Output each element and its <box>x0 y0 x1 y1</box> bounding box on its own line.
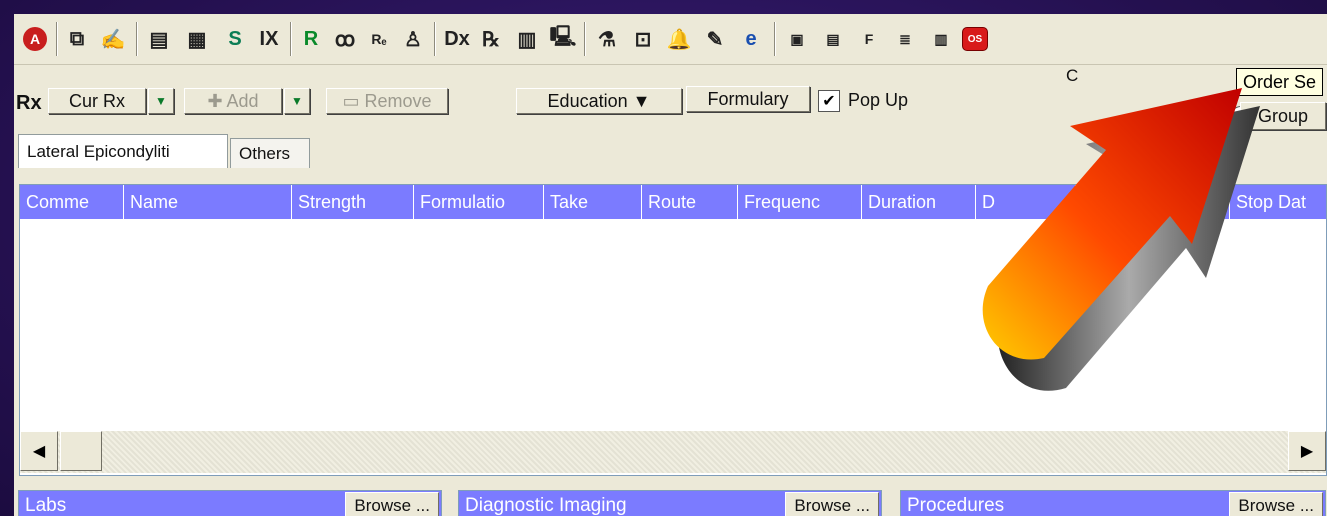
form-icon[interactable]: ▣ <box>782 24 812 54</box>
grid-header: Comme Name Strength Formulatio Take Rout… <box>20 185 1326 219</box>
stop-icon[interactable]: A <box>20 24 50 54</box>
col-stop-date[interactable]: Stop Dat <box>1230 185 1326 219</box>
col-formulation[interactable]: Formulatio <box>414 185 544 219</box>
chevron-right-icon: ▶ <box>1300 443 1314 460</box>
medication-grid: Comme Name Strength Formulatio Take Rout… <box>19 184 1327 476</box>
col-route[interactable]: Route <box>642 185 738 219</box>
s-icon[interactable]: S <box>220 24 250 54</box>
book-icon[interactable]: ▥ <box>926 24 956 54</box>
horizontal-scrollbar[interactable]: ◀ ▶ <box>20 431 1326 473</box>
col-hidden[interactable] <box>1076 185 1230 219</box>
glasses-icon[interactable]: ꝏ <box>330 24 360 54</box>
col-strength[interactable]: Strength <box>292 185 414 219</box>
calendar-icon[interactable]: ▥ <box>512 24 542 54</box>
order-sets-tooltip: Order Se <box>1236 68 1324 96</box>
labs-browse-button[interactable]: Browse ... <box>345 492 439 516</box>
labs-title: Labs <box>25 495 67 516</box>
toolbar-separator <box>774 22 776 56</box>
col-d[interactable]: D <box>976 185 1076 219</box>
re-icon[interactable]: Rₑ <box>364 24 394 54</box>
toolbar-separator <box>290 22 292 56</box>
add-button[interactable]: ✚ Add <box>184 88 282 114</box>
order-sets-icon[interactable]: OS <box>960 24 990 54</box>
toolbar-separator <box>56 22 58 56</box>
r-icon[interactable]: R <box>296 24 326 54</box>
rx-pad-icon[interactable]: ℞ <box>476 24 506 54</box>
diagnostic-imaging-browse-button[interactable]: Browse ... <box>785 492 879 516</box>
text-icon[interactable]: ▤ <box>818 24 848 54</box>
partial-label: C <box>1066 66 1079 85</box>
browser-icon[interactable]: e <box>736 24 766 54</box>
popup-checkbox[interactable]: ✔ <box>818 90 840 112</box>
scroll-right-button[interactable]: ▶ <box>1288 431 1326 471</box>
bell-icon[interactable]: 🔔 <box>664 24 694 54</box>
monitor-icon[interactable]: 🖳 <box>548 24 578 54</box>
chart-icon[interactable]: ▦ <box>182 24 212 54</box>
education-button[interactable]: Education ▼ <box>516 88 682 114</box>
procedures-panel: Procedures Browse ... <box>900 490 1326 516</box>
note-icon[interactable]: ▤ <box>144 24 174 54</box>
scroll-left-button[interactable]: ◀ <box>20 431 58 471</box>
cur-rx-button[interactable]: Cur Rx <box>48 88 146 114</box>
diagnostic-imaging-panel: Diagnostic Imaging Browse ... <box>458 490 882 516</box>
dx-icon[interactable]: Dx <box>442 24 472 54</box>
chevron-down-icon: ▼ <box>155 94 167 108</box>
chevron-left-icon: ◀ <box>32 443 46 460</box>
col-name[interactable]: Name <box>124 185 292 219</box>
col-take[interactable]: Take <box>544 185 642 219</box>
list-icon[interactable]: ≣ <box>890 24 920 54</box>
labs-panel: Labs Browse ... <box>18 490 442 516</box>
tab-lateral-epicondyliti[interactable]: Lateral Epicondyliti <box>18 134 228 168</box>
col-frequency[interactable]: Frequenc <box>738 185 862 219</box>
toolbar-separator <box>584 22 586 56</box>
signature-icon[interactable]: ✍ <box>98 24 128 54</box>
formulary-button[interactable]: Formulary <box>686 86 810 112</box>
tab-others[interactable]: Others <box>230 138 310 168</box>
diagnostic-imaging-title: Diagnostic Imaging <box>465 495 627 516</box>
remove-button[interactable]: ▭ Remove <box>326 88 448 114</box>
toolbar: A ⧉ ✍ ▤ ▦ S IX R ꝏ Rₑ ♙ Dx ℞ ▥ 🖳 ⚗ ⊡ 🔔 ✎… <box>14 14 1327 65</box>
lock-icon[interactable]: ⊡ <box>628 24 658 54</box>
person-icon[interactable]: ♙ <box>398 24 428 54</box>
procedures-browse-button[interactable]: Browse ... <box>1229 492 1323 516</box>
col-duration[interactable]: Duration <box>862 185 976 219</box>
group-button[interactable]: Group <box>1240 102 1326 130</box>
popup-label: Pop Up <box>848 90 909 110</box>
add-dropdown[interactable]: ▼ <box>284 88 310 114</box>
rx-label: Rx <box>16 92 42 114</box>
fax-icon[interactable]: F <box>854 24 884 54</box>
bio-icon[interactable]: ⚗ <box>592 24 622 54</box>
chevron-down-icon: ▼ <box>291 94 303 108</box>
toolbar-separator <box>434 22 436 56</box>
application-window: A ⧉ ✍ ▤ ▦ S IX R ꝏ Rₑ ♙ Dx ℞ ▥ 🖳 ⚗ ⊡ 🔔 ✎… <box>14 14 1327 516</box>
copy-icon[interactable]: ⧉ <box>62 24 92 54</box>
toolbar-separator <box>136 22 138 56</box>
pen-icon[interactable]: ✎ <box>700 24 730 54</box>
col-comments[interactable]: Comme <box>20 185 124 219</box>
scroll-thumb[interactable] <box>60 431 102 471</box>
procedures-title: Procedures <box>907 495 1005 516</box>
presentation-background: A ⧉ ✍ ▤ ▦ S IX R ꝏ Rₑ ♙ Dx ℞ ▥ 🖳 ⚗ ⊡ 🔔 ✎… <box>0 0 1327 516</box>
ix-icon[interactable]: IX <box>254 24 284 54</box>
cur-rx-dropdown[interactable]: ▼ <box>148 88 174 114</box>
